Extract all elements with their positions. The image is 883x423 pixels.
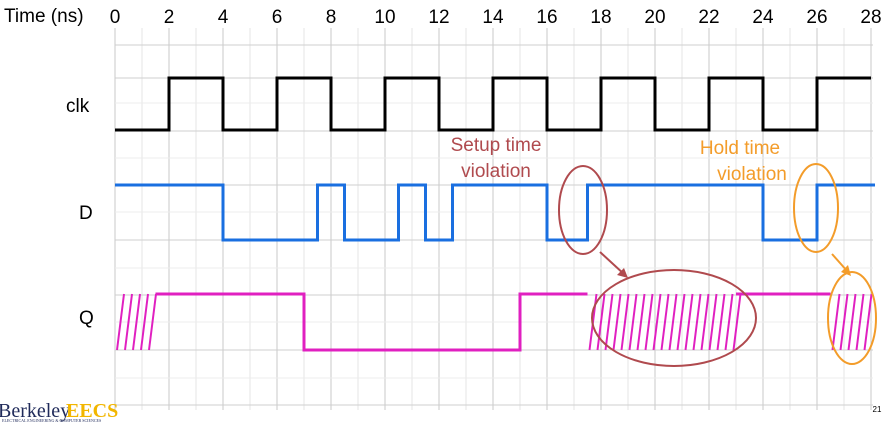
- tick-label: 6: [272, 7, 283, 28]
- setup-violation-label: Setup time: [451, 135, 542, 156]
- hold-violation-label: Hold time: [700, 138, 780, 159]
- wave-clk: [115, 76, 871, 132]
- waveforms: [115, 76, 875, 352]
- tick-label: 14: [482, 7, 504, 28]
- tick-label: 28: [860, 7, 881, 28]
- signal-label-q: Q: [79, 308, 94, 329]
- tick-label: 20: [644, 7, 665, 28]
- tick-label: 12: [428, 7, 449, 28]
- tick-label: 22: [698, 7, 719, 28]
- tick-label: 26: [806, 7, 827, 28]
- tick-label: 4: [218, 7, 229, 28]
- signal-label-d: D: [79, 203, 93, 224]
- hold-violation-label-2: violation: [717, 164, 787, 185]
- berkeley-eecs-logo: BerkeleyEECSELECTRICAL ENGINEERING & COM…: [0, 400, 882, 423]
- timing-diagram: Time (ns) 0 2 4 6 8 10 12 14 16 18 20 22 24 26 28 clkDQ…: [0, 6, 882, 423]
- tick-label: 0: [110, 7, 121, 28]
- tick-label: 2: [164, 7, 175, 28]
- signal-label-clk: clk: [66, 96, 90, 117]
- time-axis: Time (ns) 0 2 4 6 8 10 12 14 16 18 20 22 24 26 28: [4, 6, 882, 28]
- tick-label: 8: [326, 7, 337, 28]
- tick-label: 24: [752, 7, 774, 28]
- tick-label: 10: [374, 7, 395, 28]
- signal-labels: clk D Q: [66, 96, 94, 329]
- logo-subtitle: ELECTRICAL ENGINEERING & COMPUTER SCIENC…: [2, 418, 101, 423]
- page-number: 21: [873, 405, 882, 414]
- axis-title: Time (ns): [4, 6, 84, 27]
- tick-label: 16: [536, 7, 557, 28]
- setup-violation-label-2: violation: [461, 161, 531, 182]
- tick-label: 18: [590, 7, 611, 28]
